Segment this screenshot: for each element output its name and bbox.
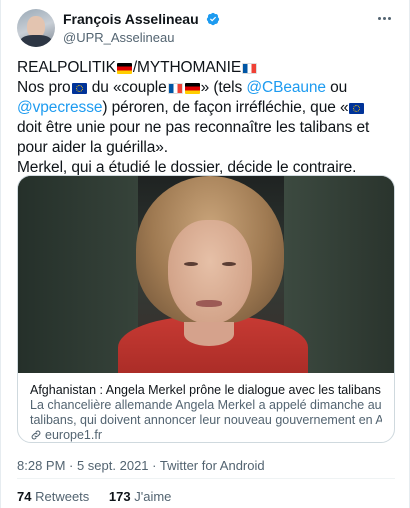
card-domain-text: europe1.fr (45, 428, 102, 442)
tweet-text-segment: » (tels (200, 79, 247, 96)
card-image[interactable] (18, 176, 394, 373)
tweet-line-4: doit être unie pour ne pas reconnaître l… (17, 119, 370, 136)
germany-flag-emoji (116, 63, 132, 74)
tweet-text-segment: du «couple (87, 79, 167, 96)
tweet: François Asselineau @UPR_Asselineau REAL… (0, 0, 410, 508)
divider (17, 478, 395, 479)
image-collar (184, 322, 234, 346)
link-preview-card[interactable]: Afghanistan : Angela Merkel prône le dia… (17, 175, 395, 443)
card-title: Afghanistan : Angela Merkel prône le dia… (30, 383, 381, 397)
image-mouth (196, 300, 222, 307)
image-eye-right (222, 262, 236, 266)
tweet-text-segment: /MYTHOMANIE (132, 59, 242, 76)
tweet-line-1: REALPOLITIK/MYTHOMANIE (17, 58, 397, 78)
tweet-timestamp[interactable]: 8:28 PM · 5 sept. 2021 · Twitter for And… (17, 458, 265, 474)
author-handle[interactable]: @UPR_Asselineau (63, 29, 220, 46)
likes-count: 173 (108, 489, 131, 504)
tweet-text-segment: ou (325, 79, 348, 96)
germany-flag-emoji (184, 83, 200, 94)
author-names: François Asselineau @UPR_Asselineau (63, 10, 220, 46)
card-description-line: La chancelière allemande Angela Merkel a… (30, 398, 382, 412)
tweet-text-segment: REALPOLITIK (17, 59, 116, 76)
card-description-line: talibans, qui doivent annoncer leur nouv… (30, 413, 382, 427)
france-flag-emoji (167, 83, 183, 94)
france-flag-emoji (242, 63, 258, 74)
retweets-label: Retweets (35, 489, 90, 504)
tweet-line-2: Nos pro du «couple » (tels @CBeaune ou (17, 78, 397, 98)
tweet-line-5: pour aider la guérilla». (17, 139, 168, 156)
image-eye-left (184, 262, 198, 266)
eu-flag-emoji (349, 103, 365, 114)
mention-cbeaune-link[interactable]: @CBeaune (246, 79, 326, 96)
mention-vpecresse-link[interactable]: @vpecresse (17, 99, 102, 116)
retweets-stat[interactable]: 74 Retweets (17, 489, 89, 504)
tweet-text-segment: Nos pro (17, 79, 71, 96)
tweet-stats: 74 Retweets 173 J'aime (17, 489, 187, 505)
eu-flag-emoji (71, 83, 87, 94)
card-domain: europe1.fr (30, 428, 102, 442)
tweet-text: REALPOLITIK/MYTHOMANIE Nos pro du «coupl… (17, 58, 397, 178)
more-options-icon[interactable] (373, 9, 395, 27)
verified-badge-icon (206, 12, 220, 26)
likes-stat[interactable]: 173 J'aime (109, 489, 172, 504)
retweets-count: 74 (17, 489, 32, 504)
avatar[interactable] (17, 9, 55, 47)
card-description: La chancelière allemande Angela Merkel a… (30, 398, 382, 428)
tweet-header: François Asselineau @UPR_Asselineau (17, 9, 397, 49)
link-icon (31, 430, 41, 440)
author-display-name[interactable]: François Asselineau (63, 10, 199, 28)
likes-label: J'aime (134, 489, 172, 504)
avatar-suit (20, 35, 52, 47)
tweet-line-3: @vpecresse) péroren, de façon irréfléchi… (17, 98, 397, 118)
tweet-text-segment: ) péroren, de façon irréfléchie, que « (102, 99, 349, 116)
image-face (168, 220, 252, 324)
